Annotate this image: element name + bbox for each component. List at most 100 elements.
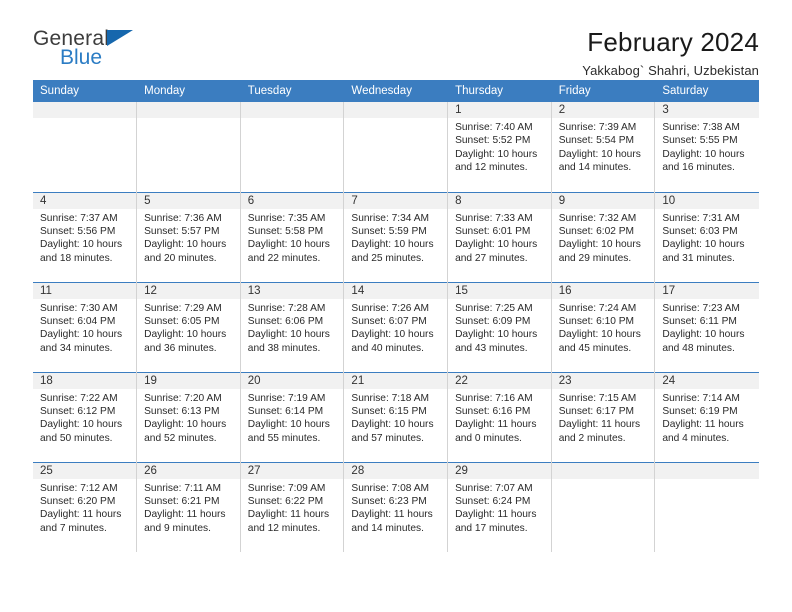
sunrise-text: Sunrise: 7:25 AM: [455, 302, 533, 314]
calendar-day-cell[interactable]: 21 Sunrise: 7:18 AM Sunset: 6:15 PM Dayligh…: [343, 371, 449, 462]
calendar-day-cell[interactable]: 7 Sunrise: 7:34 AM Sunset: 5:59 PM Daylight…: [343, 191, 449, 282]
sunset-text: Sunset: 6:02 PM: [558, 225, 635, 237]
daylight-text: Daylight: 11 hours and 12 minutes.: [247, 509, 330, 534]
day-number: 7: [344, 192, 448, 209]
calendar-grid: Sunday Monday Tuesday Wednesday Thursday…: [33, 80, 759, 552]
title-block: February 2024 Yakkabog` Shahri, Uzbekist…: [582, 27, 759, 79]
weekday-header-sunday: Sunday: [33, 80, 138, 102]
day-number: 2: [551, 102, 655, 118]
day-number: 26: [137, 462, 240, 479]
sunset-text: Sunset: 5:54 PM: [558, 135, 635, 147]
sunset-text: Sunset: 6:19 PM: [662, 405, 738, 417]
calendar-page: General Blue February 2024 Yakkabog` Sha…: [0, 0, 792, 612]
daylight-text: Daylight: 10 hours and 12 minutes.: [455, 148, 538, 174]
calendar-day-cell[interactable]: 3 Sunrise: 7:38 AM Sunset: 5:55 PM Daylight…: [654, 102, 759, 192]
day-details: Sunrise: 7:31 AM Sunset: 6:03 PM Daylight:…: [655, 209, 758, 266]
calendar-day-cell[interactable]: 8 Sunrise: 7:33 AM Sunset: 6:01 PM Daylight…: [447, 191, 552, 282]
calendar-day-cell[interactable]: 13 Sunrise: 7:28 AM Sunset: 6:06 PM Dayligh…: [240, 281, 345, 372]
day-details: Sunrise: 7:07 AM Sunset: 6:24 PM Daylight:…: [448, 479, 551, 536]
daylight-text: Daylight: 10 hours and 27 minutes.: [455, 239, 538, 264]
sunset-text: Sunset: 6:01 PM: [455, 225, 531, 237]
day-details: Sunrise: 7:24 AM Sunset: 6:10 PM Daylight:…: [552, 299, 655, 356]
calendar-day-cell[interactable]: 11 Sunrise: 7:30 AM Sunset: 6:04 PM Dayligh…: [33, 281, 138, 372]
day-details: Sunrise: 7:40 AM Sunset: 5:52 PM Daylight:…: [448, 118, 551, 175]
calendar-day-cell-empty: [343, 102, 449, 192]
daylight-text: Daylight: 10 hours and 34 minutes.: [40, 329, 123, 354]
calendar-day-cell[interactable]: 1 Sunrise: 7:40 AM Sunset: 5:52 PM Daylight…: [447, 102, 552, 192]
day-number: 12: [137, 282, 240, 299]
page-header: General Blue February 2024 Yakkabog` Sha…: [33, 0, 759, 78]
calendar-day-cell[interactable]: 27 Sunrise: 7:09 AM Sunset: 6:22 PM Dayligh…: [240, 461, 345, 552]
sunrise-text: Sunrise: 7:14 AM: [662, 392, 740, 404]
calendar-day-cell[interactable]: 19 Sunrise: 7:20 AM Sunset: 6:13 PM Dayligh…: [136, 371, 241, 462]
calendar-day-cell[interactable]: 26 Sunrise: 7:11 AM Sunset: 6:21 PM Dayligh…: [136, 461, 241, 552]
calendar-day-cell[interactable]: 24 Sunrise: 7:14 AM Sunset: 6:19 PM Dayligh…: [654, 371, 759, 462]
day-number: 14: [344, 282, 448, 299]
calendar-day-cell[interactable]: 17 Sunrise: 7:23 AM Sunset: 6:11 PM Dayligh…: [654, 281, 759, 372]
sunrise-text: Sunrise: 7:15 AM: [558, 392, 637, 404]
location-subtitle: Yakkabog` Shahri, Uzbekistan: [582, 63, 759, 79]
sunrise-text: Sunrise: 7:40 AM: [455, 122, 533, 133]
sunset-text: Sunset: 6:03 PM: [662, 225, 738, 237]
calendar-day-cell-empty: [654, 461, 759, 552]
calendar-day-cell[interactable]: 16 Sunrise: 7:24 AM Sunset: 6:10 PM Dayligh…: [551, 281, 656, 372]
daylight-text: Daylight: 10 hours and 16 minutes.: [662, 148, 745, 174]
day-number: 5: [137, 192, 240, 209]
sunrise-text: Sunrise: 7:16 AM: [455, 392, 533, 404]
calendar-day-cell[interactable]: 4 Sunrise: 7:37 AM Sunset: 5:56 PM Daylight…: [33, 191, 138, 282]
day-details: Sunrise: 7:20 AM Sunset: 6:13 PM Daylight:…: [137, 389, 240, 446]
daylight-text: Daylight: 10 hours and 55 minutes.: [247, 419, 330, 444]
day-details: Sunrise: 7:15 AM Sunset: 6:17 PM Daylight:…: [552, 389, 655, 446]
calendar-day-cell[interactable]: 14 Sunrise: 7:26 AM Sunset: 6:07 PM Dayligh…: [343, 281, 449, 372]
day-details: Sunrise: 7:39 AM Sunset: 5:54 PM Daylight:…: [552, 118, 655, 175]
sunrise-text: Sunrise: 7:23 AM: [662, 302, 740, 314]
sunset-text: Sunset: 6:11 PM: [662, 315, 737, 327]
calendar-day-cell-empty: [240, 102, 345, 192]
calendar-day-cell[interactable]: 5 Sunrise: 7:36 AM Sunset: 5:57 PM Daylight…: [136, 191, 241, 282]
sunrise-text: Sunrise: 7:29 AM: [144, 302, 222, 314]
daylight-text: Daylight: 10 hours and 48 minutes.: [662, 329, 745, 354]
day-number: 29: [448, 462, 551, 479]
day-details: Sunrise: 7:30 AM Sunset: 6:04 PM Daylight:…: [33, 299, 136, 356]
calendar-day-cell[interactable]: 20 Sunrise: 7:19 AM Sunset: 6:14 PM Dayligh…: [240, 371, 345, 462]
calendar-day-cell[interactable]: 12 Sunrise: 7:29 AM Sunset: 6:05 PM Dayligh…: [136, 281, 241, 372]
day-number: 13: [240, 282, 344, 299]
weekday-header-row: Sunday Monday Tuesday Wednesday Thursday…: [33, 80, 759, 102]
calendar-day-cell[interactable]: 10 Sunrise: 7:31 AM Sunset: 6:03 PM Dayligh…: [654, 191, 759, 282]
calendar-day-cell[interactable]: 2 Sunrise: 7:39 AM Sunset: 5:54 PM Daylight…: [551, 102, 656, 192]
calendar-day-cell[interactable]: 25 Sunrise: 7:12 AM Sunset: 6:20 PM Dayligh…: [33, 461, 138, 552]
calendar-week-row: 25 Sunrise: 7:12 AM Sunset: 6:20 PM Dayligh…: [33, 461, 759, 552]
day-details: Sunrise: 7:22 AM Sunset: 6:12 PM Daylight:…: [33, 389, 136, 446]
calendar-day-cell[interactable]: 29 Sunrise: 7:07 AM Sunset: 6:24 PM Dayligh…: [447, 461, 552, 552]
sunset-text: Sunset: 6:16 PM: [455, 405, 531, 417]
calendar-day-cell[interactable]: 6 Sunrise: 7:35 AM Sunset: 5:58 PM Daylight…: [240, 191, 345, 282]
sunrise-text: Sunrise: 7:39 AM: [558, 122, 637, 133]
day-details: Sunrise: 7:33 AM Sunset: 6:01 PM Daylight:…: [448, 209, 551, 266]
sunset-text: Sunset: 6:07 PM: [351, 315, 427, 327]
day-details: Sunrise: 7:34 AM Sunset: 5:59 PM Daylight:…: [344, 209, 447, 266]
sunset-text: Sunset: 6:15 PM: [351, 405, 427, 417]
calendar-day-cell[interactable]: 15 Sunrise: 7:25 AM Sunset: 6:09 PM Dayligh…: [447, 281, 552, 372]
day-number: 6: [240, 192, 344, 209]
sunset-text: Sunset: 5:59 PM: [351, 225, 427, 237]
calendar-day-cell[interactable]: 23 Sunrise: 7:15 AM Sunset: 6:17 PM Dayligh…: [551, 371, 656, 462]
sunset-text: Sunset: 6:05 PM: [144, 315, 220, 327]
day-details: Sunrise: 7:28 AM Sunset: 6:06 PM Daylight:…: [241, 299, 344, 356]
daylight-text: Daylight: 11 hours and 9 minutes.: [144, 509, 226, 534]
calendar-day-cell[interactable]: 9 Sunrise: 7:32 AM Sunset: 6:02 PM Daylight…: [551, 191, 656, 282]
day-number: 8: [448, 192, 551, 209]
sunrise-text: Sunrise: 7:33 AM: [455, 212, 533, 224]
daylight-text: Daylight: 10 hours and 57 minutes.: [351, 419, 434, 444]
calendar-day-cell[interactable]: 28 Sunrise: 7:08 AM Sunset: 6:23 PM Dayligh…: [343, 461, 449, 552]
daylight-text: Daylight: 10 hours and 50 minutes.: [40, 419, 123, 444]
sunset-text: Sunset: 6:04 PM: [40, 315, 116, 327]
sunrise-text: Sunrise: 7:11 AM: [144, 482, 221, 494]
day-number: [655, 462, 759, 479]
calendar-week-row: 11 Sunrise: 7:30 AM Sunset: 6:04 PM Dayligh…: [33, 281, 759, 372]
day-details: Sunrise: 7:38 AM Sunset: 5:55 PM Daylight:…: [655, 118, 758, 175]
sunrise-text: Sunrise: 7:12 AM: [40, 482, 118, 494]
calendar-day-cell[interactable]: 18 Sunrise: 7:22 AM Sunset: 6:12 PM Dayligh…: [33, 371, 138, 462]
day-details: Sunrise: 7:14 AM Sunset: 6:19 PM Daylight:…: [655, 389, 758, 446]
sunset-text: Sunset: 6:14 PM: [247, 405, 324, 417]
calendar-day-cell[interactable]: 22 Sunrise: 7:16 AM Sunset: 6:16 PM Dayligh…: [447, 371, 552, 462]
